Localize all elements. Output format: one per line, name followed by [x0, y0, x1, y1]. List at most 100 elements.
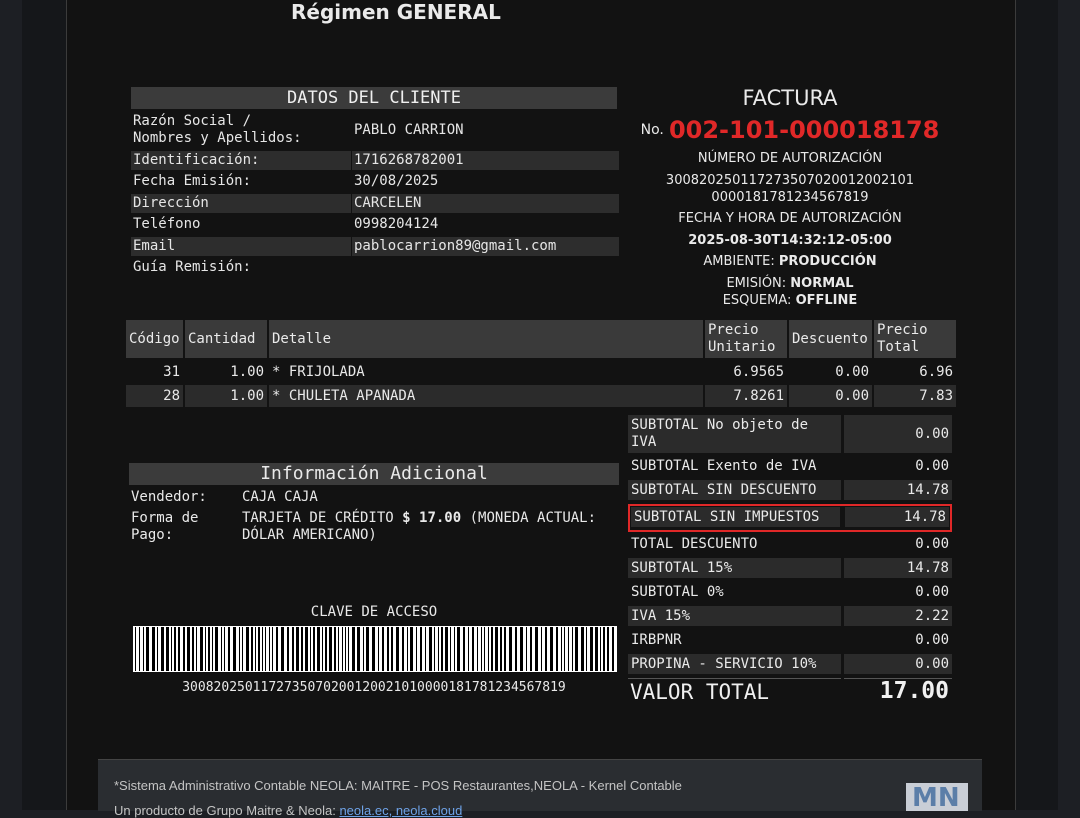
barcode-bar [183, 627, 185, 671]
item-cantidad: 1.00 [185, 385, 267, 407]
barcode-bar [425, 627, 426, 671]
barcode-bar [174, 627, 176, 671]
total-value-iva-15: 2.22 [844, 606, 952, 626]
barcode-bar [410, 627, 413, 671]
forma-pago-prefix: TARJETA DE CRÉDITO [242, 510, 403, 526]
factura-title: FACTURA [742, 86, 838, 110]
barcode-bar [208, 627, 210, 671]
client-value: 0998204124 [354, 216, 439, 232]
barcode-bar [139, 627, 140, 671]
neola-link[interactable]: neola.ec, neola.cloud [339, 803, 462, 818]
factura-number: 002-101-000018178 [668, 116, 940, 144]
barcode-bar [561, 627, 562, 671]
client-row-guia: Guía Remisión: [131, 258, 617, 277]
barcode-bar [481, 627, 482, 671]
barcode-bar [272, 627, 273, 671]
barcode-bar [378, 627, 379, 671]
barcode-bar [509, 627, 512, 671]
barcode-bar [581, 627, 584, 671]
barcode-bar [586, 627, 587, 671]
barcode-bar [246, 627, 249, 671]
total-label-subtotal-0: SUBTOTAL 0% [631, 584, 724, 600]
item-precio-total: 7.83 [874, 385, 956, 407]
barcode-bar [292, 627, 294, 671]
client-data-title: DATOS DEL CLIENTE [131, 87, 617, 109]
barcode-bar [463, 627, 465, 671]
barcode-bar [296, 627, 299, 671]
barcode-bar [187, 627, 190, 671]
client-value: 1716268782001 [352, 151, 619, 170]
item-codigo: 31 [163, 364, 180, 380]
client-value: pablocarrion89@gmail.com [352, 237, 619, 256]
barcode-bar [603, 627, 605, 671]
barcode-bar [215, 627, 218, 671]
total-label-iva-15: IVA 15% [628, 606, 841, 626]
barcode-bar [391, 627, 393, 671]
client-label: Dirección [131, 194, 351, 213]
total-value-sin-descuento: 14.78 [844, 480, 952, 500]
barcode-bar [572, 627, 573, 671]
barcode-bar [310, 627, 311, 671]
client-row-fecha: Fecha Emisión: 30/08/2025 [131, 172, 617, 191]
barcode-bar [221, 627, 222, 671]
item-detalle: * FRIJOLADA [272, 364, 365, 380]
barcode-bar [265, 627, 266, 671]
barcode-bar [407, 627, 408, 671]
item-cantidad: 1.00 [230, 364, 264, 380]
barcode-bar [402, 627, 404, 671]
barcode-bar [530, 627, 532, 671]
auth-number-line1: 300820250117273507020012002101 [665, 173, 915, 188]
emision-line: EMISIÓN: NORMAL [640, 276, 940, 291]
barcode-bar [468, 627, 469, 671]
barcode-bar [143, 627, 144, 671]
barcode-bar [146, 627, 149, 671]
barcode-bar [352, 627, 355, 671]
barcode-bar [550, 627, 553, 671]
barcode-bar [233, 627, 236, 671]
barcode-bar [251, 627, 253, 671]
barcode-bar [212, 627, 213, 671]
barcode-bar [342, 627, 343, 671]
client-value [352, 258, 619, 277]
neola-logo: MN [906, 783, 968, 811]
barcode-bar [545, 627, 547, 671]
clave-acceso-value: 3008202501172735070200120021010000181781… [182, 680, 566, 695]
footer: *Sistema Administrativo Contable NEOLA: … [98, 759, 982, 818]
barcode-bar [281, 627, 284, 671]
item-precio-unitario: 6.9565 [733, 364, 784, 380]
barcode-bar [500, 627, 502, 671]
barcode-bar [334, 627, 336, 671]
total-label-subtotal-15: SUBTOTAL 15% [628, 558, 841, 578]
barcode-bar [438, 627, 439, 671]
total-label-sin-impuestos: SUBTOTAL SIN IMPUESTOS [631, 507, 840, 527]
forma-pago-label: Forma de Pago: [131, 510, 199, 543]
total-value-exento: 0.00 [915, 458, 949, 474]
barcode-bar [242, 627, 243, 671]
barcode-bar [363, 627, 364, 671]
barcode-bar [541, 627, 542, 671]
barcode-bar [607, 627, 609, 671]
viewer-gutter-left [22, 0, 66, 810]
esquema-line: ESQUEMA: OFFLINE [640, 293, 940, 308]
total-label-no-objeto: SUBTOTAL No objeto de IVA [628, 415, 841, 453]
footer-line2-prefix: Un producto de Grupo Maitre & Neola: [114, 803, 340, 818]
item-precio-total: 6.96 [919, 364, 953, 380]
barcode-bar [612, 627, 614, 671]
barcode-bar [178, 627, 180, 671]
forma-pago-amount: $ 17.00 [402, 510, 462, 526]
barcode-bar [472, 627, 474, 671]
barcode-bar [575, 627, 578, 671]
emision-label: EMISIÓN: [726, 276, 787, 291]
client-value: 30/08/2025 [354, 173, 439, 189]
barcode-bar [200, 627, 203, 671]
item-precio-unitario: 7.8261 [705, 385, 787, 407]
total-label-propina: PROPINA - SERVICIO 10% [628, 654, 841, 674]
regimen-title: Régimen GENERAL [291, 0, 501, 24]
item-detalle: * CHULETA APANADA [269, 385, 703, 407]
info-adicional-title: Información Adicional [129, 463, 619, 485]
client-row-direccion: Dirección CARCELEN [131, 194, 619, 213]
logo-text: MN [912, 783, 960, 811]
client-label: Fecha Emisión: [133, 173, 252, 189]
barcode-bar [491, 627, 493, 671]
barcode-bar [135, 627, 136, 671]
